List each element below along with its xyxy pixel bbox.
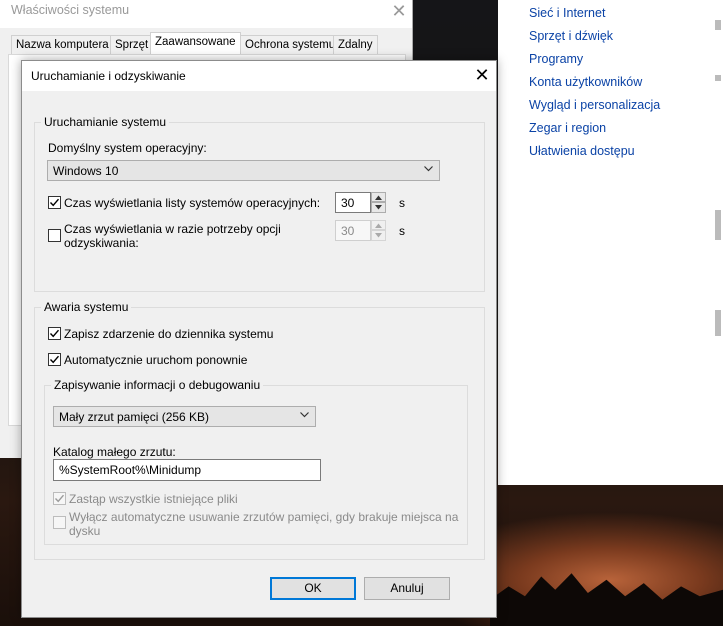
- link-appearance[interactable]: Wygląd i personalizacja: [529, 98, 660, 112]
- default-os-label: Domyślny system operacyjny:: [48, 141, 207, 155]
- overwrite-label: Zastąp wszystkie istniejące pliki: [69, 492, 238, 506]
- write-event-label: Zapisz zdarzenie do dziennika systemu: [64, 327, 274, 341]
- link-user-accounts[interactable]: Konta użytkowników: [529, 75, 642, 89]
- link-network-internet[interactable]: Sieć i Internet: [529, 6, 605, 20]
- show-recovery-seconds-input[interactable]: 30: [335, 220, 371, 241]
- failure-group-legend: Awaria systemu: [41, 300, 132, 314]
- dump-dir-label: Katalog małego zrzutu:: [53, 445, 176, 459]
- cp-edge-mark: [715, 210, 721, 240]
- auto-restart-label: Automatycznie uruchom ponownie: [64, 353, 248, 367]
- system-properties-titlebar: Właściwości systemu ✕: [0, 0, 412, 28]
- show-recovery-label-line1: Czas wyświetlania w razie potrzeby opcji: [64, 222, 281, 236]
- startup-group-legend: Uruchamianie systemu: [41, 115, 170, 129]
- seconds-unit: s: [399, 224, 405, 238]
- tab-hardware[interactable]: Sprzęt: [110, 35, 154, 54]
- control-panel-window: Sieć i Internet Sprzęt i dźwięk Programy…: [498, 0, 723, 485]
- spin-up-button[interactable]: [371, 220, 386, 230]
- checkmark-icon: [54, 494, 65, 503]
- ok-button[interactable]: OK: [270, 577, 356, 600]
- cp-edge-mark: [715, 310, 721, 336]
- cp-edge-mark: [715, 20, 721, 30]
- link-hardware-sound[interactable]: Sprzęt i dźwięk: [529, 29, 613, 43]
- show-recovery-checkbox[interactable]: [48, 229, 61, 242]
- close-icon[interactable]: ✕: [472, 64, 492, 86]
- spin-up-button[interactable]: [371, 192, 386, 202]
- tab-advanced[interactable]: Zaawansowane: [150, 32, 241, 55]
- checkmark-icon: [49, 329, 60, 338]
- show-recovery-spinner: 30: [335, 220, 387, 241]
- tab-system-protection[interactable]: Ochrona systemu: [240, 35, 341, 54]
- overwrite-checkbox[interactable]: [53, 492, 66, 505]
- seconds-unit: s: [399, 196, 405, 210]
- disable-auto-delete-label-line2: dysku: [69, 524, 101, 538]
- triangle-down-icon: [375, 233, 382, 238]
- default-os-combobox[interactable]: Windows 10: [47, 160, 440, 181]
- system-properties-title: Właściwości systemu: [11, 3, 130, 17]
- tab-computer-name[interactable]: Nazwa komputera: [11, 35, 114, 54]
- dump-type-combobox[interactable]: Mały zrzut pamięci (256 KB): [53, 406, 316, 427]
- dump-dir-input[interactable]: %SystemRoot%\Minidump: [53, 459, 321, 481]
- show-os-list-checkbox[interactable]: [48, 196, 61, 209]
- spin-down-button[interactable]: [371, 202, 386, 213]
- link-clock-region[interactable]: Zegar i region: [529, 121, 606, 135]
- triangle-down-icon: [375, 205, 382, 210]
- show-recovery-label-line2: odzyskiwania:: [64, 236, 139, 250]
- disable-auto-delete-checkbox[interactable]: [53, 516, 66, 529]
- triangle-up-icon: [375, 223, 382, 228]
- default-os-value: Windows 10: [53, 164, 119, 178]
- cancel-button[interactable]: Anuluj: [364, 577, 450, 600]
- triangle-up-icon: [375, 195, 382, 200]
- dialog-title: Uruchamianie i odzyskiwanie: [31, 69, 186, 83]
- dialog-titlebar: Uruchamianie i odzyskiwanie ✕: [22, 61, 496, 91]
- checkmark-icon: [49, 355, 60, 364]
- checkmark-icon: [49, 198, 60, 207]
- spin-down-button[interactable]: [371, 230, 386, 241]
- link-programs[interactable]: Programy: [529, 52, 583, 66]
- debug-info-legend: Zapisywanie informacji o debugowaniu: [51, 378, 264, 392]
- disable-auto-delete-label-line1: Wyłącz automatyczne usuwanie zrzutów pam…: [69, 510, 459, 524]
- dump-type-value: Mały zrzut pamięci (256 KB): [59, 410, 210, 424]
- chevron-down-icon: [424, 166, 433, 172]
- write-event-checkbox[interactable]: [48, 327, 61, 340]
- show-os-list-seconds-input[interactable]: 30: [335, 192, 371, 213]
- startup-recovery-dialog: Uruchamianie i odzyskiwanie ✕ Uruchamian…: [21, 60, 497, 618]
- cp-edge-mark: [715, 75, 721, 81]
- auto-restart-checkbox[interactable]: [48, 353, 61, 366]
- link-ease-of-access[interactable]: Ułatwienia dostępu: [529, 144, 635, 158]
- chevron-down-icon: [300, 412, 309, 418]
- close-icon[interactable]: ✕: [390, 0, 408, 22]
- show-os-list-label: Czas wyświetlania listy systemów operacy…: [64, 196, 321, 210]
- show-os-list-spinner: 30: [335, 192, 387, 213]
- tab-remote[interactable]: Zdalny: [333, 35, 378, 54]
